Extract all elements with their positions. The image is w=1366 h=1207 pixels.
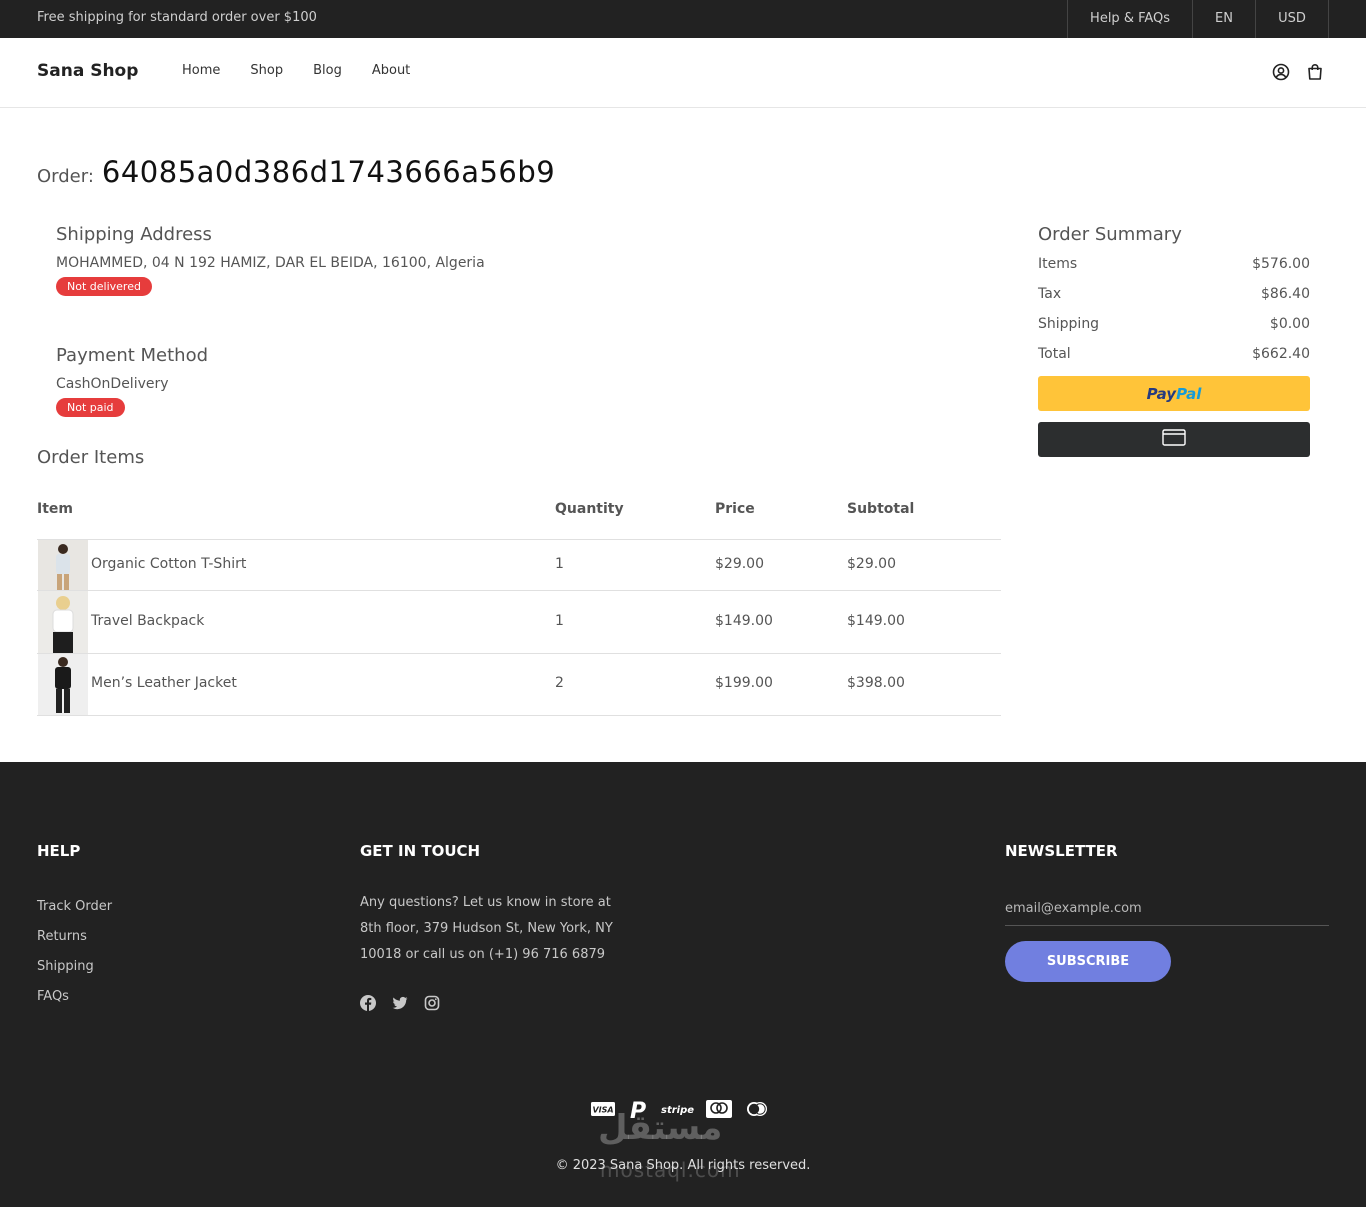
delivery-status-badge: Not delivered <box>56 277 152 296</box>
order-label: Order: <box>37 166 94 187</box>
nav-about[interactable]: About <box>372 63 410 78</box>
payment-method: CashOnDelivery <box>56 376 169 392</box>
footer-contact-text: Any questions? Let us know in store at 8… <box>360 895 613 962</box>
item-subtotal: $398.00 <box>847 675 905 691</box>
footer-help-title: HELP <box>37 842 81 860</box>
paypal-button[interactable]: Pay Pal <box>1038 376 1310 411</box>
nav-home[interactable]: Home <box>182 63 220 78</box>
paypal-logo-part2: Pal <box>1176 384 1202 403</box>
watermark-logo: مستقل <box>598 1108 723 1148</box>
item-subtotal: $29.00 <box>847 556 896 572</box>
product-image[interactable] <box>38 654 88 715</box>
order-items-table: Item Quantity Price Subtotal Organic Cot… <box>37 490 1001 716</box>
shipping-title: Shipping Address <box>56 224 212 245</box>
item-quantity: 1 <box>555 556 564 572</box>
summary-label: Items <box>1038 256 1078 272</box>
order-summary: Order Summary Items $576.00 Tax $86.40 S… <box>1038 224 1310 457</box>
item-price: $149.00 <box>715 613 773 629</box>
payment-section: Payment Method CashOnDelivery Not paid <box>56 345 208 417</box>
footer-newsletter-title: NEWSLETTER <box>1005 842 1118 860</box>
item-subtotal: $149.00 <box>847 613 905 629</box>
footer-link-returns[interactable]: Returns <box>37 922 112 952</box>
payment-title: Payment Method <box>56 345 209 366</box>
summary-title: Order Summary <box>1038 224 1182 245</box>
header-quantity: Quantity <box>555 501 624 517</box>
shipping-address: MOHAMMED, 04 N 192 HAMIZ, DAR EL BEIDA, … <box>56 255 485 271</box>
footer-link-track-order[interactable]: Track Order <box>37 892 112 922</box>
facebook-icon[interactable] <box>360 995 376 1011</box>
instagram-icon[interactable] <box>424 995 440 1011</box>
table-header: Item Quantity Price Subtotal <box>37 490 1001 540</box>
item-name[interactable]: Travel Backpack <box>91 613 204 629</box>
table-row: Organic Cotton T-Shirt 1 $29.00 $29.00 <box>37 540 1001 591</box>
order-title: Order: 64085a0d386d1743666a56b9 <box>37 155 555 189</box>
summary-label: Total <box>1038 346 1071 362</box>
paypal-logo-part1: Pay <box>1146 384 1177 403</box>
payment-status-badge: Not paid <box>56 398 125 417</box>
footer-link-shipping[interactable]: Shipping <box>37 952 112 982</box>
summary-value: $0.00 <box>1269 316 1310 332</box>
currency-selector[interactable]: USD <box>1255 0 1329 38</box>
debit-credit-card-button[interactable] <box>1038 422 1310 457</box>
order-id: 64085a0d386d1743666a56b9 <box>101 155 556 189</box>
summary-row-tax: Tax $86.40 <box>1038 286 1310 305</box>
summary-row-shipping: Shipping $0.00 <box>1038 316 1310 335</box>
item-quantity: 2 <box>555 675 564 691</box>
nav-blog[interactable]: Blog <box>313 63 342 78</box>
summary-label: Shipping <box>1038 316 1100 332</box>
mastercard-icon-2 <box>744 1100 770 1121</box>
shipping-section: Shipping Address MOHAMMED, 04 N 192 HAMI… <box>56 224 485 296</box>
main-nav: Home Shop Blog About <box>182 63 410 78</box>
main-header: Sana Shop Home Shop Blog About <box>0 38 1366 108</box>
top-bar: Free shipping for standard order over $1… <box>0 0 1366 38</box>
summary-row-items: Items $576.00 <box>1038 256 1310 275</box>
item-name[interactable]: Organic Cotton T-Shirt <box>91 556 246 572</box>
newsletter-email-input[interactable] <box>1005 892 1329 926</box>
item-price: $199.00 <box>715 675 773 691</box>
nav-shop[interactable]: Shop <box>250 63 283 78</box>
top-bar-links: Help & FAQs EN USD <box>1067 0 1329 38</box>
credit-card-icon <box>1162 429 1186 450</box>
header-item: Item <box>37 501 73 517</box>
logo[interactable]: Sana Shop <box>37 61 138 81</box>
social-links <box>360 995 440 1011</box>
footer-help-links: Track Order Returns Shipping FAQs <box>37 892 112 1012</box>
summary-row-total: Total $662.40 <box>1038 346 1310 365</box>
cart-icon[interactable] <box>1306 63 1324 81</box>
order-items-title: Order Items <box>37 447 145 468</box>
summary-value: $662.40 <box>1252 346 1310 362</box>
item-name[interactable]: Men’s Leather Jacket <box>91 675 237 691</box>
summary-value: $576.00 <box>1252 256 1310 272</box>
table-row: Men’s Leather Jacket 2 $199.00 $398.00 <box>37 654 1001 716</box>
footer: HELP Track Order Returns Shipping FAQs G… <box>0 762 1366 1207</box>
product-image[interactable] <box>38 540 88 590</box>
summary-label: Tax <box>1038 286 1062 302</box>
summary-value: $86.40 <box>1261 286 1310 302</box>
language-selector[interactable]: EN <box>1192 0 1255 38</box>
header-price: Price <box>715 501 755 517</box>
copyright-text: © 2023 Sana Shop. All rights reserved. <box>555 1158 811 1173</box>
header-icons <box>1272 63 1324 81</box>
footer-contact-title: GET IN TOUCH <box>360 842 481 860</box>
promo-text: Free shipping for standard order over $1… <box>37 10 317 25</box>
twitter-icon[interactable] <box>392 995 408 1011</box>
product-image[interactable] <box>38 591 88 653</box>
user-icon[interactable] <box>1272 63 1290 81</box>
help-faqs-link[interactable]: Help & FAQs <box>1067 0 1192 38</box>
header-subtotal: Subtotal <box>847 501 915 517</box>
footer-link-faqs[interactable]: FAQs <box>37 982 112 1012</box>
table-row: Travel Backpack 1 $149.00 $149.00 <box>37 591 1001 654</box>
subscribe-button[interactable]: SUBSCRIBE <box>1005 941 1171 982</box>
item-quantity: 1 <box>555 613 564 629</box>
item-price: $29.00 <box>715 556 764 572</box>
